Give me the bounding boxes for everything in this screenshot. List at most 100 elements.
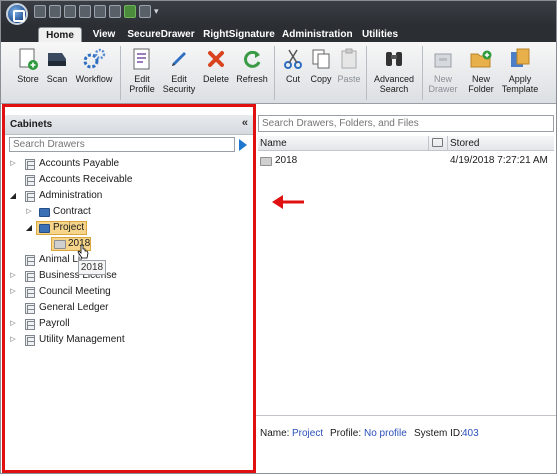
save-icon[interactable] — [34, 5, 46, 18]
new-drawer-label: New Drawer — [428, 74, 458, 94]
scan-label: Scan — [46, 74, 68, 84]
tree-item-utility-management[interactable]: ▷ Utility Management — [9, 332, 249, 348]
delete-button[interactable]: Delete — [200, 46, 232, 100]
paste-icon — [341, 48, 357, 69]
ribbon-tab-strip: Home View SecureDrawer RightSignature Ad… — [0, 26, 557, 42]
tree-item-accounts-receivable[interactable]: Accounts Receivable — [9, 172, 249, 188]
new-drawer-icon — [434, 53, 452, 68]
apply-template-label: Apply Template — [501, 74, 539, 94]
tab-administration[interactable]: Administration — [282, 27, 353, 42]
refresh-button[interactable]: Refresh — [234, 46, 270, 100]
cabinet-icon — [25, 159, 35, 170]
tree-item-label: Utility Management — [39, 334, 125, 345]
email-icon[interactable] — [79, 5, 91, 18]
new-folder-button[interactable]: New Folder — [462, 46, 500, 100]
column-header-name[interactable]: Name — [260, 136, 287, 151]
edit-security-button[interactable]: Edit Security — [160, 46, 198, 100]
hand-cursor-icon — [77, 244, 89, 259]
new-folder-label: New Folder — [468, 74, 494, 94]
document-icon[interactable] — [109, 5, 121, 18]
search-drawers-folders-files-input[interactable] — [258, 115, 554, 132]
column-header-stored[interactable]: Stored — [450, 136, 479, 151]
collapse-pane-icon[interactable]: « — [242, 117, 248, 129]
status-sysid-value: 403 — [462, 428, 479, 439]
comment-icon[interactable] — [432, 138, 443, 147]
tab-securedrawer[interactable]: SecureDrawer — [126, 27, 196, 42]
tree-item-council-meeting[interactable]: ▷ Council Meeting — [9, 284, 249, 300]
advanced-search-label: Advanced Search — [373, 74, 415, 94]
ribbon-separator — [274, 46, 275, 100]
ribbon-separator — [120, 46, 121, 100]
customize-toolbar-chevron-icon[interactable]: ▾ — [154, 5, 162, 18]
tree-item-payroll[interactable]: ▷ Payroll — [9, 316, 249, 332]
search-drawers-input[interactable] — [9, 137, 235, 152]
tree-item-label: General Ledger — [39, 302, 109, 313]
collapse-arrow-icon[interactable]: ◢ — [9, 188, 17, 204]
binoculars-icon — [386, 52, 402, 66]
expand-arrow-icon[interactable]: ▷ — [25, 204, 33, 220]
status-sysid-label: System ID: — [414, 428, 463, 439]
tree-item-animal-lic[interactable]: Animal Lic — [9, 252, 249, 268]
cut-button[interactable]: Cut — [280, 46, 306, 100]
status-name-value[interactable]: Project — [292, 428, 323, 439]
scissors-icon — [284, 49, 302, 69]
collapse-arrow-icon[interactable]: ◢ — [25, 220, 33, 236]
file-list-header: Name Stored — [258, 136, 554, 151]
column-divider[interactable] — [447, 136, 448, 151]
refresh-label: Refresh — [236, 74, 268, 84]
workflow-label: Workflow — [75, 74, 113, 84]
red-x-icon — [208, 51, 224, 67]
copy-button[interactable]: Copy — [308, 46, 334, 100]
tree-item-contract[interactable]: ▷ Contract — [25, 204, 249, 220]
column-divider[interactable] — [428, 136, 429, 151]
tree-item-business-license[interactable]: ▷ Business License — [9, 268, 249, 284]
tree-item-accounts-payable[interactable]: ▷ Accounts Payable — [9, 156, 249, 172]
print-icon[interactable] — [94, 5, 106, 18]
copy-icon — [312, 49, 330, 69]
new-drawer-button[interactable]: New Drawer — [426, 46, 460, 100]
expand-arrow-icon[interactable]: ▷ — [9, 284, 17, 300]
file-list-row[interactable]: 2018 4/19/2018 7:27:21 AM — [258, 153, 554, 169]
scan-button[interactable]: Scan — [44, 46, 70, 100]
workflow-button[interactable]: Workflow — [72, 46, 116, 100]
tab-view[interactable]: View — [86, 27, 122, 42]
expand-arrow-icon[interactable]: ▷ — [9, 332, 17, 348]
lock-icon[interactable] — [49, 5, 61, 18]
store-button[interactable]: Store — [14, 46, 42, 100]
advanced-search-button[interactable]: Advanced Search — [370, 46, 418, 100]
tab-rightsignature[interactable]: RightSignature — [200, 27, 278, 42]
paste-button[interactable]: Paste — [336, 46, 362, 100]
search-go-arrow-icon[interactable] — [239, 139, 247, 151]
folder-icon — [54, 240, 66, 249]
ribbon-toolbar: Store Scan Workflow Edit Profile Edit Se… — [0, 42, 557, 104]
tree-item-general-ledger[interactable]: General Ledger — [9, 300, 249, 316]
export-icon[interactable] — [124, 5, 136, 18]
status-profile-label: Profile: — [330, 428, 362, 439]
apply-template-button[interactable]: Apply Template — [500, 46, 540, 100]
expand-arrow-icon[interactable]: ▷ — [9, 268, 17, 284]
store-label: Store — [17, 74, 39, 84]
status-profile-value[interactable]: No profile — [364, 428, 407, 439]
cabinets-header: Cabinets « — [5, 115, 253, 135]
cabinet-icon — [25, 255, 35, 266]
tree-item-project[interactable]: ◢ Project — [25, 220, 249, 236]
cabinet-icon — [25, 335, 35, 346]
cabinets-pane: Cabinets « ▷ Accounts Payable Accounts R… — [5, 107, 253, 470]
app-menu-orb-icon[interactable] — [6, 3, 28, 25]
tab-utilities[interactable]: Utilities — [358, 27, 402, 42]
ribbon-separator — [422, 46, 423, 100]
edit-profile-button[interactable]: Edit Profile — [124, 46, 160, 100]
tab-home[interactable]: Home — [38, 27, 82, 42]
tooltip-2018: 2018 — [78, 260, 106, 275]
drawer-icon — [39, 224, 50, 233]
cabinet-icon — [25, 271, 35, 282]
expand-arrow-icon[interactable]: ▷ — [9, 316, 17, 332]
unlock-icon[interactable] — [64, 5, 76, 18]
tree-item-administration[interactable]: ◢ Administration — [9, 188, 249, 204]
sync-icon[interactable] — [139, 5, 151, 18]
expand-arrow-icon[interactable]: ▷ — [9, 156, 17, 172]
tree-item-label: Council Meeting — [39, 286, 111, 297]
tree-item-label: Accounts Receivable — [39, 174, 133, 185]
store-document-icon — [19, 48, 38, 70]
cabinets-title: Cabinets — [10, 119, 53, 130]
